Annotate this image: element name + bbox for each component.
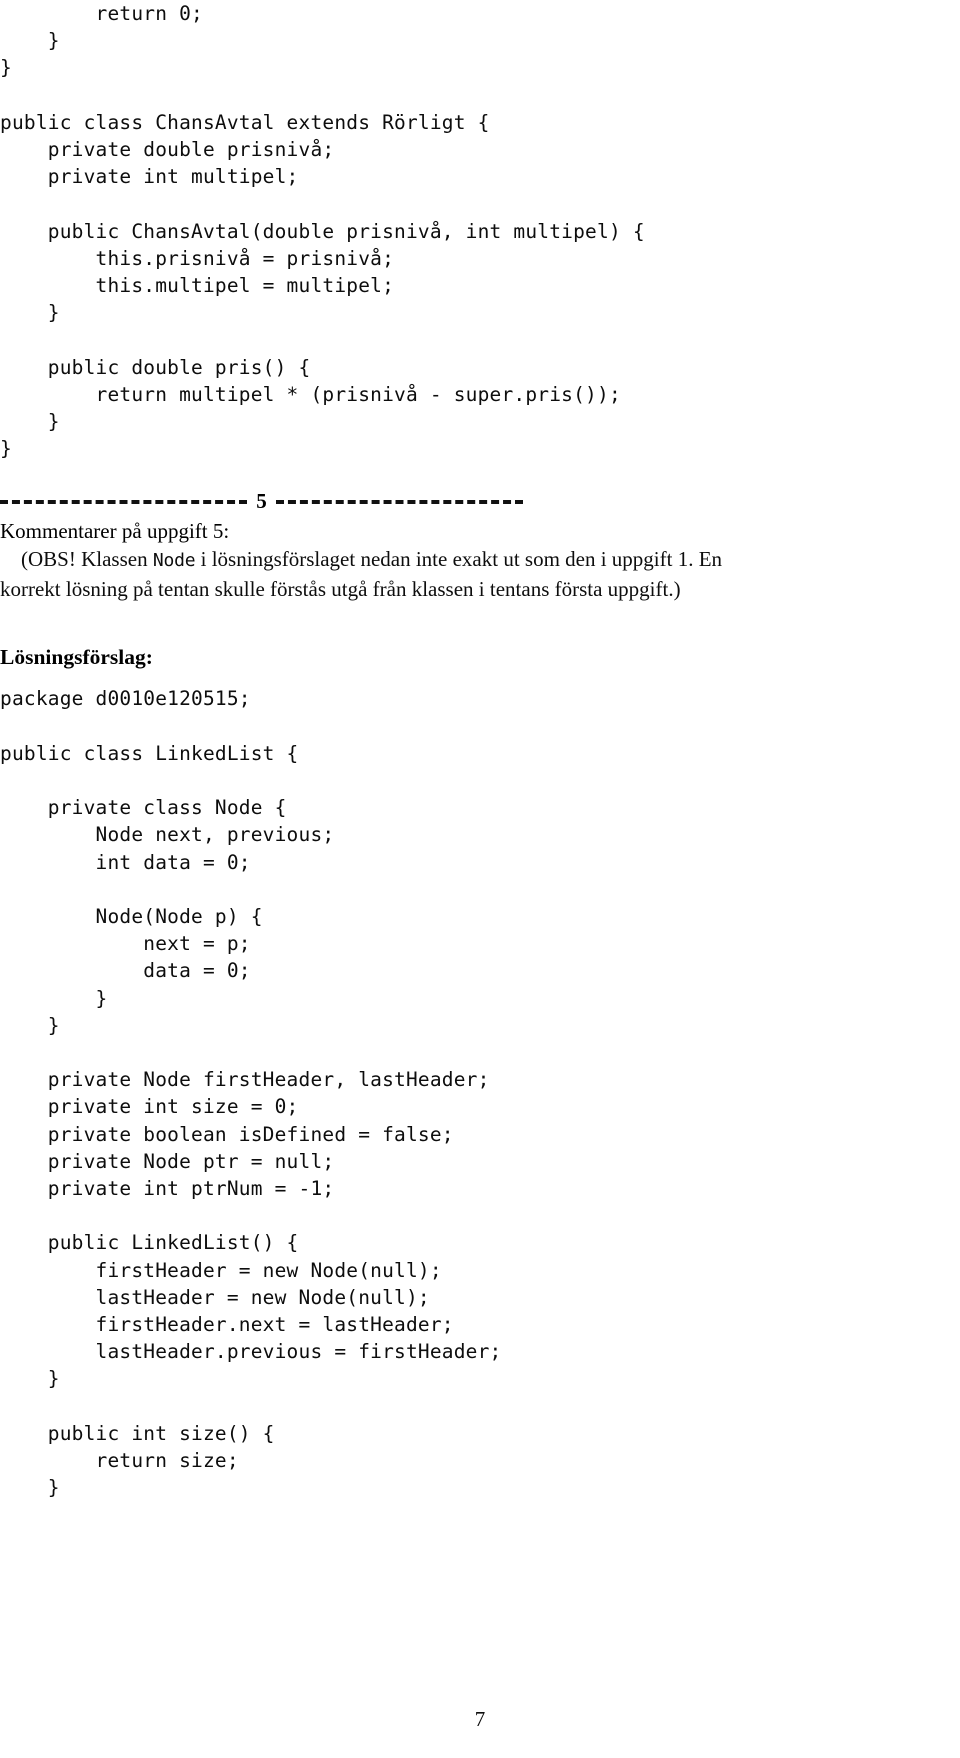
code-linkedlist-blank-line [0,1393,960,1420]
page-number: 7 [474,1707,486,1731]
code-chansavtal-line: this.multipel = multipel; [0,274,395,297]
code-linkedlist-line: firstHeader.next = lastHeader; [0,1313,454,1336]
code-chansavtal-blank-line [0,326,960,353]
document-page: return 0; }} public class ChansAvtal exte… [0,0,960,1758]
code-block-chansavtal: return 0; }} public class ChansAvtal exte… [0,0,960,462]
comments-heading: Kommentarer på uppgift 5: [0,519,230,544]
code-chansavtal-line: public class ChansAvtal extends Rörligt … [0,110,490,134]
code-chansavtal-line: public ChansAvtal(double prisnivå, int m… [0,219,645,243]
code-chansavtal-blank-line [0,82,960,109]
separator-section-number: 5 [256,488,267,513]
page-content: return 0; }} public class ChansAvtal exte… [0,0,960,1501]
comments-note-line-2: korrekt lösning på tentan skulle förstås… [0,577,681,602]
separator-dashes-left [0,500,248,505]
code-linkedlist-line: lastHeader.previous = firstHeader; [0,1340,502,1364]
code-linkedlist-line: int data = 0; [0,850,251,874]
code-chansavtal-line: } [0,29,60,53]
code-linkedlist-line: private boolean isDefined = false; [0,1122,454,1146]
code-linkedlist-line: data = 0; [0,959,251,983]
code-linkedlist-line: private Node firstHeader, lastHeader; [0,1068,490,1092]
code-linkedlist-blank-line [0,876,960,903]
code-chansavtal-line: private int multipel; [0,165,299,189]
code-chansavtal-line: return multipel * (prisnivå - super.pris… [0,382,621,406]
code-block-linkedlist: package d0010e120515; public class Linked… [0,685,960,1501]
code-linkedlist-line: public LinkedList() { [0,1231,299,1255]
code-chansavtal-blank-line [0,190,960,217]
code-linkedlist-line: private int ptrNum = -1; [0,1177,335,1200]
code-chansavtal-line: private double prisnivå; [0,138,335,161]
comments-note-paragraph: (OBS! Klassen Node i lösningsförslaget n… [0,545,960,603]
code-linkedlist-line: } [0,1013,60,1037]
code-linkedlist-line: } [0,1367,60,1391]
code-linkedlist-line: } [0,1476,60,1500]
code-chansavtal-line: } [0,410,60,433]
comments-note-line-1: (OBS! Klassen Node i lösningsförslaget n… [0,545,960,575]
section-separator: 5 [0,489,523,517]
code-linkedlist-blank-line [0,767,960,794]
code-chansavtal-line: } [0,437,12,461]
code-linkedlist-line: Node(Node p) { [0,904,263,928]
code-linkedlist-line: next = p; [0,932,251,956]
code-linkedlist-line: private int size = 0; [0,1095,299,1119]
code-chansavtal-line: } [0,301,60,325]
code-chansavtal-line: return 0; [0,2,203,25]
code-linkedlist-line: Node next, previous; [0,823,335,847]
code-linkedlist-line: public class LinkedList { [0,741,299,765]
code-chansavtal-line: public double pris() { [0,355,311,379]
code-linkedlist-line: private class Node { [0,796,287,820]
code-chansavtal-line: } [0,56,12,80]
code-linkedlist-line: package d0010e120515; [0,687,251,711]
code-linkedlist-line: return size; [0,1449,239,1472]
note-mono-classname: Node [152,550,196,572]
code-linkedlist-blank-line [0,1202,960,1229]
code-linkedlist-blank-line [0,713,960,740]
code-linkedlist-line: } [0,986,108,1010]
solution-heading: Lösningsförslag: [0,645,153,670]
code-linkedlist-line: private Node ptr = null; [0,1149,335,1173]
code-chansavtal-line: this.prisnivå = prisnivå; [0,246,395,270]
code-linkedlist-blank-line [0,1039,960,1066]
separator-dashes-right [275,500,523,505]
note-text-before-mono: (OBS! Klassen [0,547,153,572]
code-linkedlist-line: firstHeader = new Node(null); [0,1258,442,1282]
code-linkedlist-line: lastHeader = new Node(null); [0,1285,430,1309]
note-text-after-mono: i lösningsförslaget nedan inte exakt ut … [195,547,723,572]
code-linkedlist-line: public int size() { [0,1421,275,1445]
